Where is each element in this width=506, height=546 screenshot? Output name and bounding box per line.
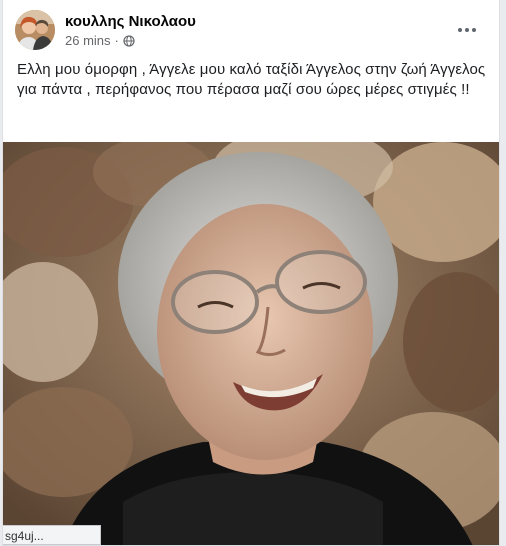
globe-icon: [123, 34, 135, 47]
post-header: κουλλης Νικολαου 26 mins ·: [15, 10, 487, 54]
photo-image: [3, 142, 499, 545]
author-avatar[interactable]: [15, 10, 55, 50]
meta-separator: ·: [114, 33, 119, 48]
dot: [472, 28, 476, 32]
post-meta: 26 mins ·: [65, 33, 135, 48]
more-horizontal-icon[interactable]: [455, 18, 479, 42]
dot: [458, 28, 462, 32]
dot: [465, 28, 469, 32]
author-name[interactable]: κουλλης Νικολαου: [65, 13, 196, 30]
post-timestamp[interactable]: 26 mins: [65, 33, 111, 48]
avatar-image: [15, 10, 55, 50]
status-bar-url: sg4uj...: [3, 525, 101, 545]
post-photo[interactable]: [3, 142, 499, 545]
post-message: Ελλη μου όμορφη , Άγγελε μου καλό ταξίδι…: [17, 61, 486, 98]
post-card: κουλλης Νικολαου 26 mins · Ελλη μου όμορ…: [2, 0, 500, 546]
